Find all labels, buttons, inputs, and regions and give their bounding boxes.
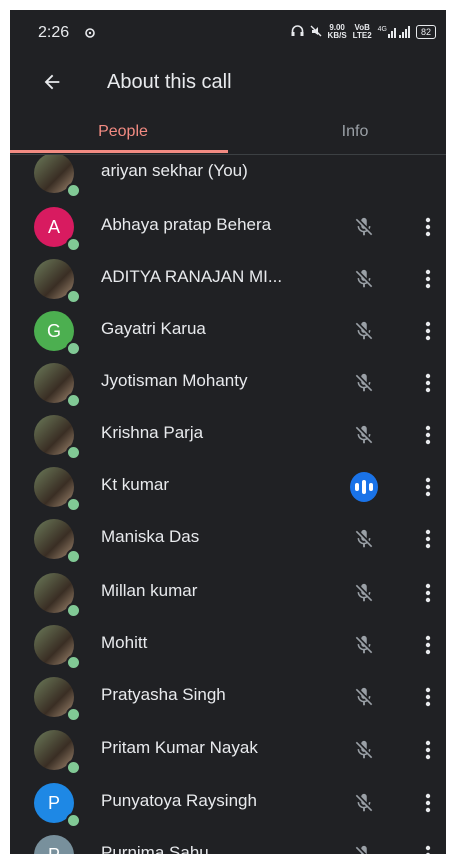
status-icons: 9.00 KB/S VoB LTE2 4G 82 [291, 24, 436, 40]
mic-off-icon[interactable] [350, 579, 378, 607]
presence-dot [66, 393, 81, 408]
more-options-icon[interactable] [416, 369, 440, 397]
avatar-initial: A [47, 216, 60, 237]
avatar: P [34, 835, 74, 854]
participant-name: Pritam Kumar Nayak [101, 738, 258, 757]
presence-dot [66, 445, 81, 460]
tab-info[interactable]: Info [300, 110, 410, 154]
network-type-2: LTE2 [352, 31, 372, 40]
presence-dot [66, 603, 81, 618]
signal-label: 4G [377, 26, 387, 33]
participant-row[interactable]: Kt kumar [10, 461, 446, 513]
participant-name: Kt kumar [101, 475, 170, 494]
more-options-icon[interactable] [416, 317, 440, 345]
participant-row[interactable]: P Purnima Sahu [10, 829, 446, 854]
participant-row[interactable]: Pritam Kumar Nayak [10, 724, 446, 776]
status-bar: 2:26 9.00 KB/S VoB LTE2 4G 82 [10, 10, 446, 54]
participant-name: Gayatri Karua [101, 319, 206, 338]
presence-dot [66, 183, 81, 198]
mic-off-icon[interactable] [350, 631, 378, 659]
avatar-initial: P [47, 792, 60, 813]
avatar-initial: G [46, 320, 61, 341]
more-options-icon[interactable] [416, 213, 440, 241]
battery-level: 82 [420, 27, 431, 37]
participant-name: Abhaya pratap Behera [101, 215, 272, 234]
status-time: 2:26 [38, 24, 70, 41]
tab-people[interactable]: People [68, 110, 178, 154]
mic-off-icon[interactable] [350, 265, 378, 293]
participant-list: ariyan sekhar (You) A Abhaya pratap Behera… [10, 155, 446, 854]
mic-off-icon[interactable] [350, 736, 378, 764]
arrow-back-icon [44, 74, 60, 90]
more-options-icon[interactable] [416, 525, 440, 553]
more-options-icon[interactable] [416, 736, 440, 764]
presence-dot [66, 289, 81, 304]
presence-dot [66, 549, 81, 564]
more-options-icon[interactable] [416, 421, 440, 449]
mic-off-icon[interactable] [350, 369, 378, 397]
mic-off-icon[interactable] [350, 683, 378, 711]
presence-dot [66, 497, 81, 512]
mic-off-icon[interactable] [350, 317, 378, 345]
participant-row[interactable]: P Punyatoya Raysingh [10, 777, 446, 829]
presence-dot [66, 655, 81, 670]
presence-dot [66, 760, 81, 775]
participant-name: ADITYA RANAJAN MI... [101, 267, 283, 286]
participant-row[interactable]: Mohitt [10, 619, 446, 671]
signal-icon: 4G [378, 26, 410, 38]
participant-name: Krishna Parja [101, 423, 204, 442]
network-speed: 9.00 KB/S [328, 24, 347, 40]
mic-off-icon[interactable] [350, 213, 378, 241]
more-options-icon[interactable] [416, 265, 440, 293]
participant-row[interactable]: ariyan sekhar (You) [10, 155, 446, 199]
participant-row[interactable]: Pratyasha Singh [10, 671, 446, 723]
participant-name: Pratyasha Singh [101, 685, 226, 704]
participant-row[interactable]: Maniska Das [10, 513, 446, 565]
speaking-indicator-icon [350, 472, 378, 502]
presence-dot [66, 707, 81, 722]
participant-name: ariyan sekhar (You) [101, 161, 248, 180]
speed-unit: KB/S [327, 31, 347, 40]
participant-name: Mohitt [101, 633, 148, 652]
more-options-icon[interactable] [416, 841, 440, 854]
presence-dot [66, 341, 81, 356]
headset-icon [291, 24, 304, 40]
participant-name: Millan kumar [101, 581, 198, 600]
participant-name: Maniska Das [101, 527, 200, 546]
battery-icon: 82 [415, 25, 436, 39]
more-options-icon[interactable] [416, 473, 440, 501]
app-bar: About this call [10, 54, 446, 110]
back-button[interactable] [36, 66, 68, 98]
participant-row[interactable]: G Gayatri Karua [10, 305, 446, 357]
avatar-initial: P [48, 845, 60, 854]
presence-dot [66, 237, 81, 252]
participant-row[interactable]: A Abhaya pratap Behera [10, 201, 446, 253]
presence-dot [66, 813, 81, 828]
mic-off-icon[interactable] [350, 841, 378, 854]
participant-row[interactable]: Millan kumar [10, 567, 446, 619]
tab-bar: People Info [10, 110, 446, 155]
more-options-icon[interactable] [416, 683, 440, 711]
participant-name: Jyotisman Mohanty [101, 371, 248, 390]
more-options-icon[interactable] [416, 579, 440, 607]
participant-row[interactable]: Jyotisman Mohanty [10, 357, 446, 409]
phone-screen: 2:26 9.00 KB/S VoB LTE2 4G 82 About this… [10, 10, 446, 854]
network-type: VoB LTE2 [353, 24, 372, 40]
cast-icon [84, 26, 96, 44]
more-options-icon[interactable] [416, 789, 440, 817]
mic-off-icon[interactable] [350, 789, 378, 817]
participant-name: Purnima Sahu [101, 843, 209, 854]
participant-row[interactable]: Krishna Parja [10, 409, 446, 461]
page-title: About this call [107, 71, 232, 93]
tab-indicator [10, 150, 228, 153]
participant-name: Punyatoya Raysingh [101, 791, 257, 810]
mic-off-icon[interactable] [350, 525, 378, 553]
mute-icon [310, 25, 322, 40]
more-options-icon[interactable] [416, 631, 440, 659]
mic-off-icon[interactable] [350, 421, 378, 449]
participant-row[interactable]: ADITYA RANAJAN MI... [10, 253, 446, 305]
